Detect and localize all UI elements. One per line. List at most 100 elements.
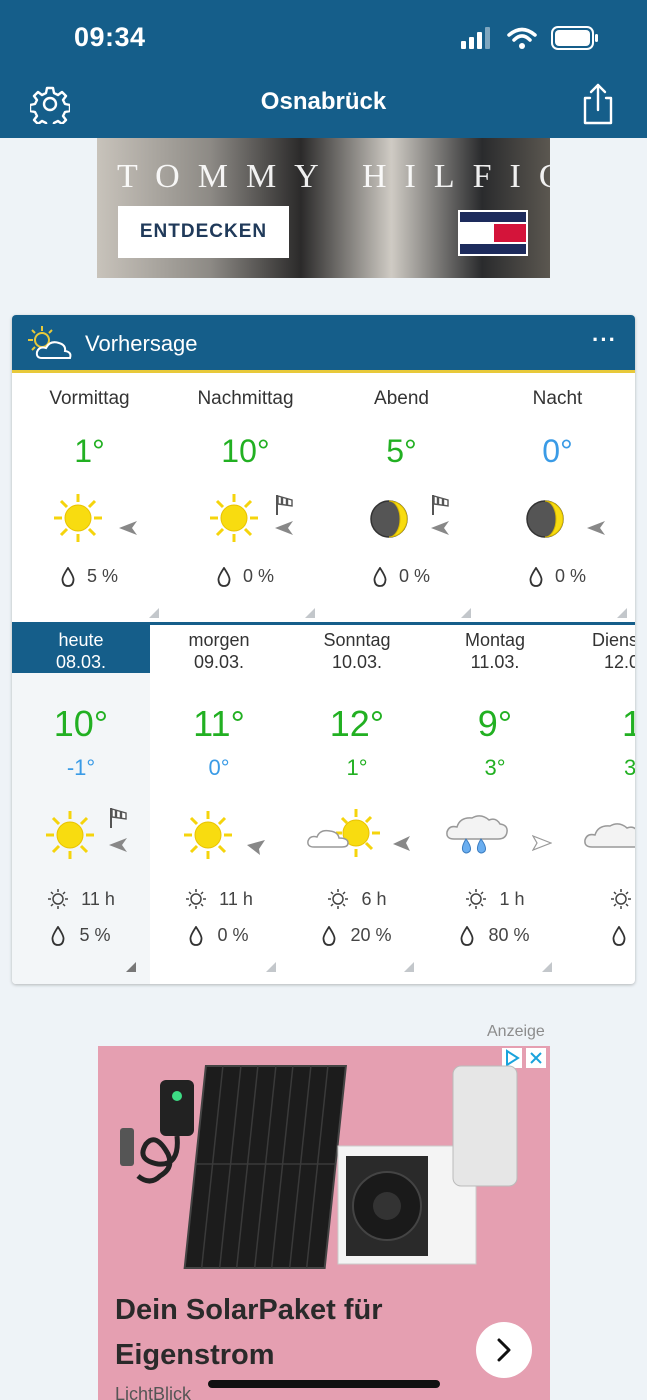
- day-header: morgen 09.03.: [150, 625, 288, 673]
- period-temp: 5°: [386, 433, 417, 469]
- period-name: Nacht: [532, 388, 583, 409]
- sun-icon: [184, 811, 232, 859]
- raindrop-icon: [52, 925, 65, 946]
- raindrop-icon: [529, 566, 543, 587]
- period-list: Vormittag 1° 5 % Nachmittag 10° 0 % Aben…: [12, 376, 635, 622]
- precip-value: 0 %: [398, 566, 431, 586]
- day-header: Diens 12.0: [564, 625, 635, 673]
- sun-hours-value: 11 h: [219, 888, 253, 909]
- precip-value: 0 %: [242, 566, 275, 586]
- ad-headline: Dein SolarPaket für Eigenstrom: [115, 1294, 383, 1371]
- sun-hours: 11 h: [150, 888, 288, 910]
- ad-banner-bottom[interactable]: Dein SolarPaket für Eigenstrom LichtBlic…: [98, 1046, 550, 1400]
- day-name: Diens: [592, 630, 635, 650]
- expand-corner-icon: [461, 608, 471, 618]
- day-date: 12.0: [604, 652, 635, 672]
- day-column[interactable]: Montag 11.03. 9° 3° 1 h 80 %: [426, 625, 564, 984]
- day-precip: 5: [564, 925, 635, 946]
- more-options-button[interactable]: ···: [592, 327, 617, 353]
- period-icons: [168, 488, 323, 548]
- forecast-header: Vorhersage ···: [12, 315, 635, 373]
- wifi-icon: [507, 27, 537, 49]
- expand-corner-icon: [404, 962, 414, 972]
- wind-arrow-icon: [393, 836, 410, 851]
- expand-corner-icon: [126, 962, 136, 972]
- sunshine-icon: [186, 889, 207, 909]
- day-precip: 5 %: [12, 925, 150, 946]
- day-header: Sonntag 10.03.: [288, 625, 426, 673]
- chevron-right-icon: [497, 1338, 511, 1362]
- raindrop-icon: [61, 566, 75, 587]
- period-item[interactable]: Abend 5° 0 %: [324, 376, 479, 622]
- day-name: heute: [58, 630, 104, 650]
- period-precip: 0 %: [324, 566, 479, 587]
- period-name: Vormittag: [49, 388, 130, 409]
- raindrop-icon: [217, 566, 231, 587]
- ad-cta-button[interactable]: ENTDECKEN: [118, 206, 289, 258]
- sun-hours-value: 6 h: [361, 888, 387, 909]
- partly-cloudy-icon: [28, 326, 72, 359]
- day-column[interactable]: Sonntag 10.03. 12° 1° 6 h 20 %: [288, 625, 426, 984]
- sunshine-icon: [48, 889, 69, 909]
- day-low: 0°: [208, 755, 230, 780]
- period-precip: 5 %: [12, 566, 167, 587]
- period-temp: 0°: [542, 433, 573, 469]
- sunshine-icon: [611, 889, 631, 909]
- day-name: morgen: [188, 630, 250, 650]
- moon-icon: [526, 500, 564, 538]
- forecast-card: Vorhersage ··· Vormittag 1° 5 % Nachmitt…: [12, 315, 635, 984]
- daily-forecast-list: heute 08.03. 10° -1° 11 h 5 % morgen 09.…: [12, 625, 635, 984]
- sun-icon: [54, 494, 102, 542]
- day-high: 11°: [193, 703, 245, 744]
- period-name: Abend: [374, 388, 429, 409]
- day-high: 9°: [477, 703, 513, 744]
- wind-arrow-icon: [431, 521, 449, 535]
- sun-hours: 6 h: [288, 888, 426, 910]
- day-column-today[interactable]: heute 08.03. 10° -1° 11 h 5 %: [12, 625, 150, 984]
- precip-value: 80 %: [488, 925, 530, 945]
- page-title: Osnabrück: [260, 88, 387, 115]
- period-precip: 0 %: [480, 566, 635, 587]
- day-name: Montag: [464, 630, 526, 650]
- day-date: 09.03.: [193, 652, 245, 672]
- sun-hours-value: 11 h: [81, 888, 115, 909]
- period-item[interactable]: Vormittag 1° 5 %: [12, 376, 167, 622]
- sun-cloud-icon: [307, 809, 380, 857]
- battery-icon: [551, 26, 598, 50]
- ad-next-button[interactable]: [476, 1322, 532, 1378]
- ad-advertiser: LichtBlick: [115, 1384, 192, 1400]
- sunshine-icon: [328, 889, 349, 909]
- expand-corner-icon: [617, 608, 627, 618]
- wind-arrow-icon: [109, 838, 127, 852]
- day-date: 08.03.: [55, 652, 107, 672]
- raindrop-icon: [461, 925, 474, 946]
- home-indicator[interactable]: [208, 1380, 440, 1388]
- day-column[interactable]: Diens 12.0 10 3 6 5: [564, 625, 635, 984]
- period-item[interactable]: Nacht 0° 0 %: [480, 376, 635, 622]
- moon-icon: [370, 500, 408, 538]
- share-button[interactable]: [578, 82, 618, 126]
- day-high: 12°: [329, 703, 385, 744]
- period-item[interactable]: Nachmittag 10° 0 %: [168, 376, 323, 622]
- signal-icon: [461, 27, 490, 49]
- period-icons: [324, 488, 479, 548]
- period-icons: [12, 488, 167, 548]
- day-column[interactable]: morgen 09.03. 11° 0° 11 h 0 %: [150, 625, 288, 984]
- day-icons: [150, 805, 288, 865]
- precip-value: 0 %: [217, 925, 249, 945]
- raindrop-icon: [373, 566, 387, 587]
- precip-value: 20 %: [350, 925, 392, 945]
- period-temp: 10°: [221, 433, 270, 469]
- ad-banner-top[interactable]: TOMMY HILFIGER ENTDECKEN: [97, 138, 550, 278]
- sun-hours: 11 h: [12, 888, 150, 910]
- day-header: heute 08.03.: [12, 625, 150, 673]
- wind-arrow-icon: [275, 521, 293, 535]
- day-icons: [426, 805, 564, 865]
- expand-corner-icon: [305, 608, 315, 618]
- day-name: Sonntag: [323, 630, 391, 650]
- gust-flag-icon: [432, 495, 449, 515]
- day-low: -1°: [66, 755, 96, 780]
- share-icon: [583, 83, 613, 125]
- top-bar: 09:34 Osnabrück: [0, 0, 647, 138]
- rain-cloud-icon: [446, 815, 508, 854]
